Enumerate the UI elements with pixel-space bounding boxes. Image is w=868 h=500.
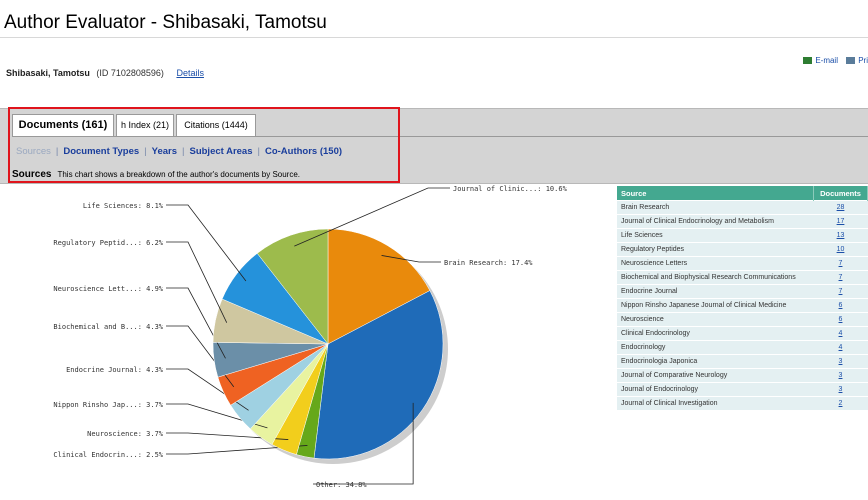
table-row: Journal of Endocrinology 3	[617, 382, 868, 397]
document-count-link[interactable]: 6	[813, 298, 868, 313]
table-row: Brain Research 28	[617, 200, 868, 215]
print-button[interactable]: Pri	[846, 56, 868, 65]
document-count-link[interactable]: 17	[813, 214, 868, 229]
slice-label: Biochemical and B...: 4.3%	[53, 323, 163, 331]
document-count-link[interactable]: 6	[813, 312, 868, 327]
source-name-cell: Endocrinology	[617, 340, 814, 355]
document-count-link[interactable]: 3	[813, 382, 868, 397]
toolbar: E-mail Pri	[797, 56, 868, 65]
document-count-link[interactable]: 10	[813, 242, 868, 257]
table-row: Nippon Rinsho Japanese Journal of Clinic…	[617, 298, 868, 313]
slice-label: Nippon Rinsho Jap...: 3.7%	[53, 401, 163, 409]
author-name: Shibasaki, Tamotsu	[6, 68, 90, 78]
source-name-cell: Clinical Endocrinology	[617, 326, 814, 341]
title-bar: Author Evaluator - Shibasaki, Tamotsu	[0, 0, 868, 38]
printer-icon	[846, 57, 856, 65]
slice-leader-line	[166, 204, 247, 282]
slice-label: Other: 34.8%	[316, 481, 367, 489]
sources-table-body: Brain Research 28 Journal of Clinical Endo…	[617, 200, 868, 410]
source-name-cell: Neuroscience	[617, 312, 814, 327]
author-line: Shibasaki, Tamotsu (ID 7102808596) Detai…	[6, 68, 204, 78]
sources-table: Source Documents Brain Research 28 Journal…	[617, 186, 868, 410]
source-name-cell: Journal of Comparative Neurology	[617, 368, 814, 383]
email-button[interactable]: E-mail	[803, 56, 838, 65]
document-count-link[interactable]: 28	[813, 200, 868, 215]
source-name-cell: Biochemical and Biophysical Research Com…	[617, 270, 814, 285]
source-name-cell: Nippon Rinsho Japanese Journal of Clinic…	[617, 298, 814, 313]
source-name-cell: Life Sciences	[617, 228, 814, 243]
document-count-link[interactable]: 7	[813, 284, 868, 299]
table-row: Life Sciences 13	[617, 228, 868, 243]
table-row: Journal of Clinical Investigation 2	[617, 396, 868, 410]
table-row: Journal of Clinical Endocrinology and Me…	[617, 214, 868, 229]
slice-label: Neuroscience: 3.7%	[87, 430, 164, 438]
slice-label: Neuroscience Lett...: 4.9%	[53, 285, 163, 293]
source-name-cell: Endocrine Journal	[617, 284, 814, 299]
table-row: Endocrinology 4	[617, 340, 868, 355]
source-name-cell: Neuroscience Letters	[617, 256, 814, 271]
document-count-link[interactable]: 13	[813, 228, 868, 243]
email-label: E-mail	[815, 56, 838, 65]
window-title: Author Evaluator - Shibasaki, Tamotsu	[4, 12, 327, 33]
source-name-cell: Regulatory Peptides	[617, 242, 814, 257]
table-row: Clinical Endocrinology 4	[617, 326, 868, 341]
document-count-link[interactable]: 4	[813, 326, 868, 341]
table-row: Neuroscience 6	[617, 312, 868, 327]
envelope-icon	[803, 57, 813, 65]
slice-label: Regulatory Peptid...: 6.2%	[53, 239, 163, 247]
document-count-link[interactable]: 3	[813, 368, 868, 383]
print-label: Pri	[858, 56, 868, 65]
table-row: Biochemical and Biophysical Research Com…	[617, 270, 868, 285]
document-count-link[interactable]: 3	[813, 354, 868, 369]
table-row: Journal of Comparative Neurology 3	[617, 368, 868, 383]
document-count-link[interactable]: 2	[813, 396, 868, 410]
source-name-cell: Endocrinologia Japonica	[617, 354, 814, 369]
source-name-cell: Journal of Clinical Endocrinology and Me…	[617, 214, 814, 229]
sources-pie-chart: Brain Research: 17.4% Other: 34.8% Clinica…	[53, 185, 568, 489]
document-count-link[interactable]: 7	[813, 256, 868, 271]
table-row: Neuroscience Letters 7	[617, 256, 868, 271]
source-name-cell: Brain Research	[617, 200, 814, 215]
table-row: Endocrinologia Japonica 3	[617, 354, 868, 369]
slice-label: Journal of Clinic...: 10.6%	[453, 185, 568, 193]
table-row: Regulatory Peptides 10	[617, 242, 868, 257]
highlight-frame	[8, 107, 400, 183]
document-count-link[interactable]: 4	[813, 340, 868, 355]
slice-label: Life Sciences: 8.1%	[83, 202, 164, 210]
sources-pie-chart-area: Brain Research: 17.4% Other: 34.8% Clinica…	[0, 184, 610, 495]
source-name-cell: Journal of Endocrinology	[617, 382, 814, 397]
table-row: Endocrine Journal 7	[617, 284, 868, 299]
slice-label: Endocrine Journal: 4.3%	[66, 366, 164, 374]
header-documents: Documents	[813, 186, 868, 201]
header-source: Source	[617, 186, 814, 201]
sources-table-wrap: Source Documents Brain Research 28 Journal…	[617, 186, 868, 495]
document-count-link[interactable]: 7	[813, 270, 868, 285]
slice-label: Clinical Endocrin...: 2.5%	[53, 451, 163, 459]
slice-label: Brain Research: 17.4%	[444, 259, 533, 267]
source-name-cell: Journal of Clinical Investigation	[617, 396, 814, 410]
table-header-row: Source Documents	[617, 186, 868, 201]
details-link[interactable]: Details	[176, 68, 204, 78]
slice-leader-line	[166, 241, 228, 323]
author-id: (ID 7102808596)	[96, 68, 164, 78]
